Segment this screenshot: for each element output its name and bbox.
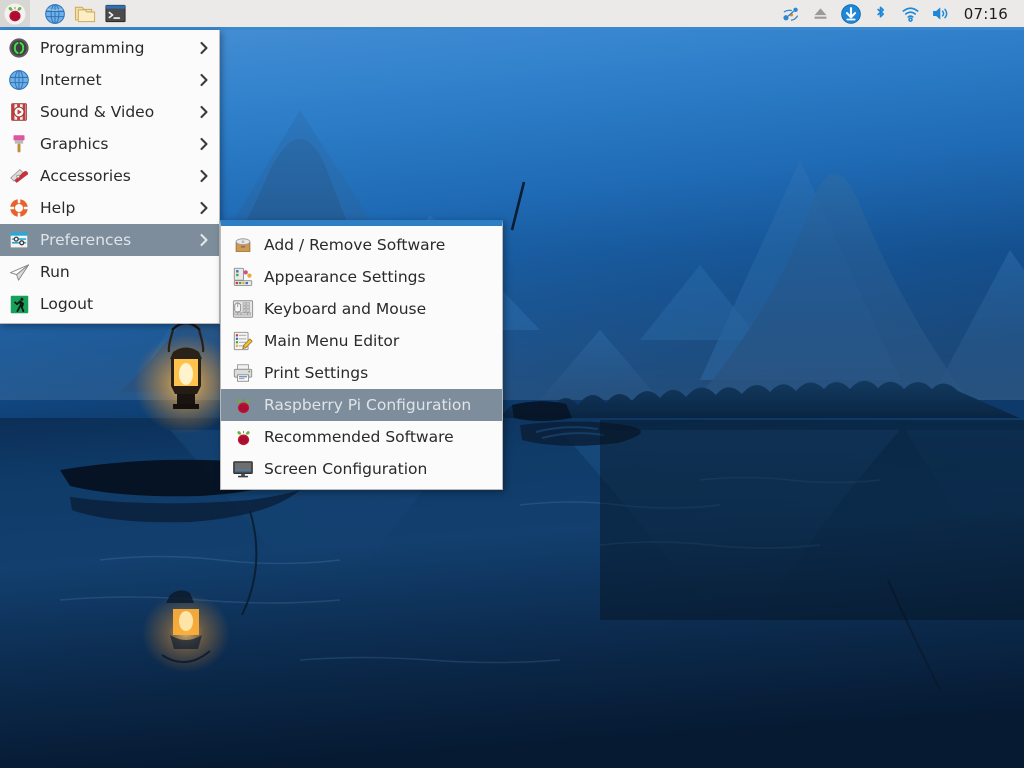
menu-item-label: Internet (40, 71, 102, 89)
preferences-sliders-icon (7, 228, 31, 252)
globe-browser-icon (7, 68, 31, 92)
monitor-screen-icon (231, 457, 255, 481)
chevron-right-icon (198, 136, 213, 152)
raspberry-pi-logo-icon (4, 3, 26, 25)
menu-item-programming[interactable]: Programming (0, 32, 219, 64)
clock[interactable]: 07:16 (958, 5, 1016, 23)
menu-item-logout[interactable]: Logout (0, 288, 219, 320)
chevron-right-icon (198, 232, 213, 248)
submenu-item-recommended-software[interactable]: Recommended Software (221, 421, 502, 453)
system-tray: 07:16 (778, 0, 1024, 27)
menu-item-label: Accessories (40, 167, 131, 185)
submenu-item-label: Main Menu Editor (264, 332, 399, 350)
submenu-item-label: Print Settings (264, 364, 368, 382)
menu-item-accessories[interactable]: Accessories (0, 160, 219, 192)
swiss-knife-icon (7, 164, 31, 188)
terminal-prompt-icon (104, 2, 127, 25)
menu-item-graphics[interactable]: Graphics (0, 128, 219, 160)
software-package-icon (231, 233, 255, 257)
paper-plane-run-icon (7, 260, 31, 284)
submenu-item-main-menu-editor[interactable]: Main Menu Editor (221, 325, 502, 357)
submenu-item-label: Keyboard and Mouse (264, 300, 426, 318)
folder-file-manager-icon (74, 2, 97, 25)
volume-icon[interactable] (928, 0, 954, 27)
menu-item-label: Programming (40, 39, 144, 57)
bluetooth-icon[interactable] (868, 0, 894, 27)
submenu-item-label: Screen Configuration (264, 460, 427, 478)
chevron-right-icon (198, 168, 213, 184)
paintbrush-icon (7, 132, 31, 156)
submenu-item-screen-configuration[interactable]: Screen Configuration (221, 453, 502, 485)
preferences-submenu: Add / Remove Software Appearance Setting… (220, 220, 503, 490)
menu-button[interactable] (0, 0, 30, 27)
menu-item-help[interactable]: Help (0, 192, 219, 224)
desktop[interactable]: 07:16 Programming (0, 0, 1024, 768)
file-manager-launcher[interactable] (70, 0, 100, 27)
submenu-item-label: Recommended Software (264, 428, 454, 446)
chevron-right-icon (198, 200, 213, 216)
chevron-right-icon (198, 72, 213, 88)
menu-item-preferences[interactable]: Preferences (0, 224, 219, 256)
raspberry-pi-logo-icon (231, 425, 255, 449)
appearance-palette-icon (231, 265, 255, 289)
submenu-item-appearance-settings[interactable]: Appearance Settings (221, 261, 502, 293)
chevron-right-icon (198, 104, 213, 120)
eject-icon[interactable] (808, 0, 834, 27)
menu-item-label: Sound & Video (40, 103, 154, 121)
submenu-item-label: Add / Remove Software (264, 236, 445, 254)
submenu-item-label: Appearance Settings (264, 268, 426, 286)
terminal-launcher[interactable] (100, 0, 130, 27)
updates-available-icon[interactable] (838, 0, 864, 27)
web-browser-launcher[interactable] (40, 0, 70, 27)
logout-exit-icon (7, 292, 31, 316)
submenu-item-label: Raspberry Pi Configuration (264, 396, 471, 414)
keyboard-mouse-icon (231, 297, 255, 321)
menu-item-run[interactable]: Run (0, 256, 219, 288)
menu-item-sound-and-video[interactable]: Sound & Video (0, 96, 219, 128)
media-player-icon (7, 100, 31, 124)
wifi-icon[interactable] (898, 0, 924, 27)
taskbar: 07:16 (0, 0, 1024, 30)
raspberry-pi-logo-icon (231, 393, 255, 417)
submenu-item-keyboard-and-mouse[interactable]: Keyboard and Mouse (221, 293, 502, 325)
main-menu: Programming Internet (0, 30, 220, 324)
menu-item-label: Preferences (40, 231, 131, 249)
taskbar-launcher-group (0, 0, 130, 27)
menu-item-label: Help (40, 199, 75, 217)
chevron-right-icon (198, 40, 213, 56)
submenu-item-print-settings[interactable]: Print Settings (221, 357, 502, 389)
menu-item-label: Graphics (40, 135, 108, 153)
menu-editor-pencil-icon (231, 329, 255, 353)
globe-browser-icon (44, 3, 66, 25)
submenu-item-raspberry-pi-configuration[interactable]: Raspberry Pi Configuration (221, 389, 502, 421)
menu-item-label: Run (40, 263, 70, 281)
programming-braces-icon (7, 36, 31, 60)
menu-item-label: Logout (40, 295, 93, 313)
lifebuoy-help-icon (7, 196, 31, 220)
submenu-item-add-remove-software[interactable]: Add / Remove Software (221, 229, 502, 261)
printer-icon (231, 361, 255, 385)
menu-item-internet[interactable]: Internet (0, 64, 219, 96)
cpu-network-activity-icon[interactable] (778, 0, 804, 27)
